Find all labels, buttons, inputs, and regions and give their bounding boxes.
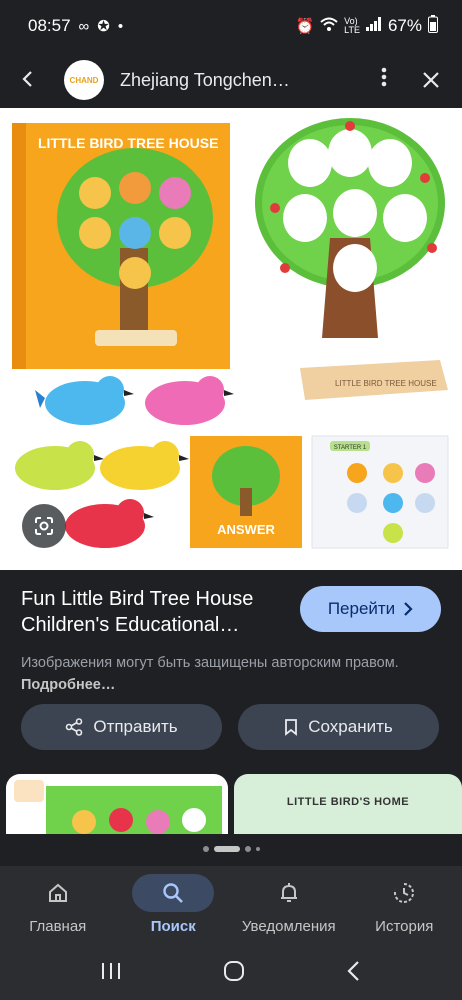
red-bird bbox=[65, 499, 154, 548]
alarm-icon: ⏰ bbox=[295, 18, 315, 35]
nav-search[interactable]: Поиск bbox=[116, 866, 232, 946]
battery-icon bbox=[428, 14, 438, 38]
product-image[interactable]: LITTLE BIRD TREE HOUSE LITTLE BIRD TREE … bbox=[0, 108, 462, 570]
status-left: 08:57 ∞ ✪ • bbox=[28, 16, 123, 36]
chevron-left-icon bbox=[347, 960, 359, 981]
top-bar: CHAND Zhejiang Tongchen… bbox=[0, 52, 462, 108]
site-logo[interactable]: CHAND bbox=[64, 60, 104, 100]
pager-indicator bbox=[0, 846, 462, 852]
share-button[interactable]: Отправить bbox=[21, 704, 222, 750]
assistant-icon: ✪ bbox=[97, 18, 110, 35]
back-arrow-icon bbox=[22, 70, 32, 87]
pager-dot bbox=[255, 847, 260, 851]
pink-bird bbox=[145, 376, 234, 425]
nav-notifications-label: Уведомления bbox=[241, 918, 336, 935]
home-button[interactable] bbox=[222, 959, 246, 988]
pager-dot bbox=[202, 846, 209, 852]
pager-dot-active bbox=[213, 846, 240, 852]
status-bar: 08:57 ∞ ✪ • ⏰ Vo) LTE 67% bbox=[0, 0, 462, 52]
more-vert-icon bbox=[381, 67, 387, 87]
result-title[interactable]: Fun Little Bird Tree House Children's Ed… bbox=[21, 586, 281, 638]
nav-notifications[interactable]: Уведомления bbox=[231, 866, 347, 946]
nav-history[interactable]: История bbox=[347, 866, 462, 946]
close-icon bbox=[423, 71, 439, 88]
chevron-right-icon bbox=[404, 602, 413, 616]
nav-search-label: Поиск bbox=[150, 918, 196, 935]
nav-home-label: Главная bbox=[29, 918, 87, 935]
open-button[interactable]: Перейти bbox=[300, 586, 441, 632]
related-image-2[interactable]: LITTLE BIRD'S HOME bbox=[234, 774, 462, 834]
history-icon bbox=[394, 883, 415, 903]
bottom-nav: Главная Поиск Уведомления История bbox=[0, 866, 462, 946]
share-icon bbox=[66, 718, 83, 736]
status-right: ⏰ Vo) LTE 67% bbox=[295, 14, 438, 38]
product-illustration: LITTLE BIRD TREE HOUSE LITTLE BIRD TREE … bbox=[12, 118, 449, 549]
battery-percent: 67% bbox=[387, 16, 422, 35]
logo-text: CHAND bbox=[69, 75, 99, 85]
close-button[interactable] bbox=[418, 65, 444, 96]
yellow-bird-1 bbox=[15, 441, 104, 490]
action-row: Отправить Сохранить bbox=[21, 704, 439, 750]
copyright-notice: Изображения могут быть защищены авторски… bbox=[21, 652, 441, 696]
learn-more-link[interactable]: Подробнее… bbox=[21, 677, 115, 693]
google-lens-button[interactable] bbox=[22, 504, 66, 548]
copyright-text: Изображения могут быть защищены авторски… bbox=[21, 655, 399, 671]
back-button[interactable] bbox=[18, 65, 54, 96]
save-button[interactable]: Сохранить bbox=[238, 704, 439, 750]
search-icon bbox=[163, 883, 184, 903]
signal-icon bbox=[365, 17, 382, 35]
recents-button[interactable] bbox=[100, 961, 122, 986]
recents-icon bbox=[102, 962, 120, 979]
wifi-icon bbox=[320, 17, 338, 35]
pager-dot bbox=[244, 846, 251, 852]
clock: 08:57 bbox=[28, 16, 71, 35]
stand-text: LITTLE BIRD TREE HOUSE bbox=[335, 379, 437, 388]
answer-text: ANSWER bbox=[217, 522, 275, 537]
more-options-button[interactable] bbox=[372, 67, 396, 93]
nav-home[interactable]: Главная bbox=[0, 866, 116, 946]
related-2-title: LITTLE BIRD'S HOME bbox=[286, 796, 410, 808]
related-images: LITTLE BIRD'S HOME bbox=[6, 774, 462, 834]
system-back-button[interactable] bbox=[346, 960, 362, 987]
bell-icon bbox=[280, 883, 297, 902]
site-title[interactable]: Zhejiang Tongchen… bbox=[120, 70, 352, 91]
volte-icon: Vo) LTE bbox=[344, 16, 360, 35]
yellow-bird-2 bbox=[100, 441, 189, 490]
notification-dot: • bbox=[117, 17, 124, 35]
bookmark-icon bbox=[285, 719, 298, 736]
starter-text: STARTER 1 bbox=[334, 445, 367, 451]
blue-bird bbox=[35, 376, 134, 425]
open-label: Перейти bbox=[327, 599, 396, 618]
related-thumb-1 bbox=[14, 780, 222, 834]
related-image-1[interactable] bbox=[6, 774, 228, 834]
infinity-icon: ∞ bbox=[78, 17, 90, 35]
result-info: Fun Little Bird Tree House Children's Ed… bbox=[21, 586, 441, 696]
home-circle-icon bbox=[224, 960, 244, 981]
share-label: Отправить bbox=[93, 717, 178, 736]
nav-history-label: История bbox=[375, 918, 434, 935]
home-icon bbox=[48, 883, 67, 902]
system-navigation bbox=[0, 946, 462, 1000]
lens-icon bbox=[35, 517, 53, 535]
save-label: Сохранить bbox=[308, 717, 393, 736]
